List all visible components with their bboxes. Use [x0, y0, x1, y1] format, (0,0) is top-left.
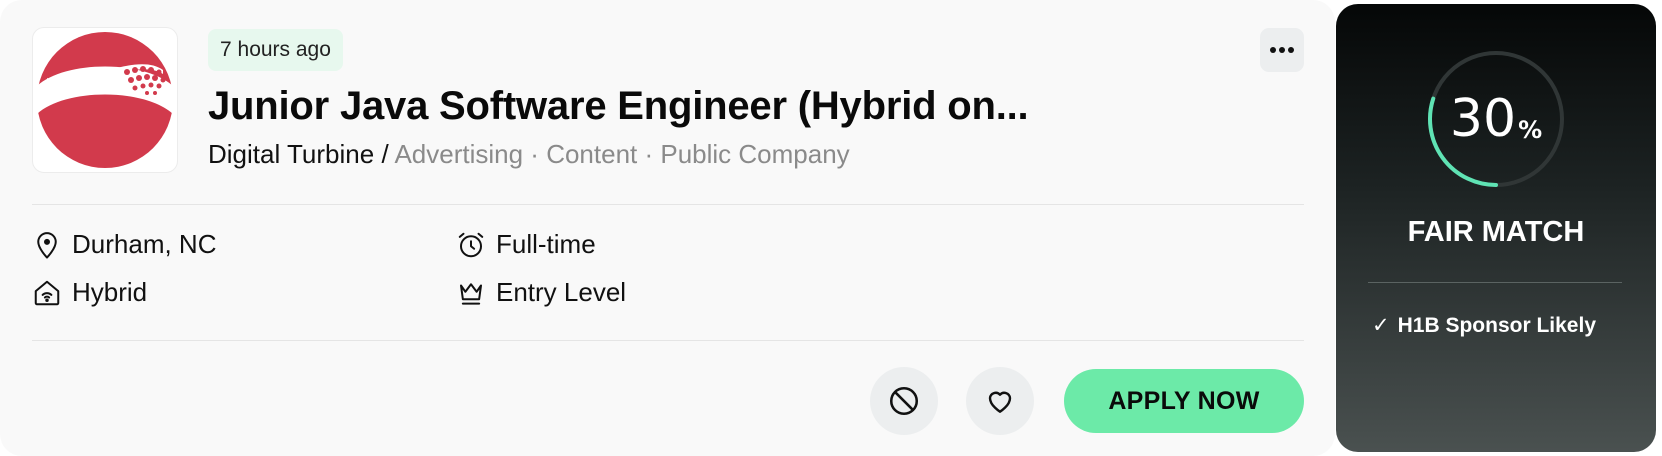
- company-tags: Advertising · Content · Public Company: [394, 139, 850, 169]
- location-text: Durham, NC: [72, 229, 217, 259]
- h1b-sponsor-indicator: ✓ H1B Sponsor Likely: [1372, 313, 1596, 338]
- not-interested-button[interactable]: [870, 367, 938, 435]
- posted-time-badge: 7 hours ago: [208, 29, 343, 71]
- crown-icon: [460, 282, 482, 305]
- match-percent: 30%: [1426, 49, 1566, 189]
- detail-level: Entry Level: [456, 277, 626, 308]
- more-options-button[interactable]: [1260, 28, 1304, 72]
- detail-work-mode: Hybrid: [32, 277, 147, 308]
- apply-now-button[interactable]: APPLY NOW: [1064, 369, 1304, 433]
- home-wifi-icon: [34, 280, 60, 305]
- company-name[interactable]: Digital Turbine: [208, 139, 374, 169]
- map-pin-icon: [37, 231, 57, 258]
- divider-top: [32, 204, 1304, 205]
- check-icon: ✓: [1372, 314, 1390, 337]
- detail-location: Durham, NC: [32, 229, 216, 260]
- job-card[interactable]: 7 hours ago Junior Java Software Enginee…: [0, 0, 1335, 456]
- h1b-sponsor-text: H1B Sponsor Likely: [1397, 314, 1596, 337]
- divider-bottom: [32, 340, 1304, 341]
- company-line: Digital Turbine / Advertising · Content …: [208, 139, 850, 170]
- level-text: Entry Level: [496, 277, 627, 307]
- panel-divider: [1368, 282, 1622, 283]
- more-horizontal-icon: [1270, 47, 1294, 53]
- employment-type-text: Full-time: [496, 229, 596, 259]
- match-score-panel: 30% FAIR MATCH ✓ H1B Sponsor Likely: [1336, 4, 1656, 452]
- save-favorite-button[interactable]: [966, 367, 1034, 435]
- job-title[interactable]: Junior Java Software Engineer (Hybrid on…: [208, 84, 1108, 129]
- company-logo: [32, 27, 178, 173]
- company-separator: /: [381, 139, 389, 169]
- detail-employment-type: Full-time: [456, 229, 596, 260]
- work-mode-text: Hybrid: [72, 277, 148, 307]
- heart-icon: [988, 391, 1012, 413]
- block-icon: [889, 386, 919, 416]
- match-percent-value: 30: [1449, 89, 1517, 149]
- match-percent-sign: %: [1518, 116, 1543, 144]
- alarm-clock-icon: [458, 232, 484, 257]
- match-label: FAIR MATCH: [1407, 216, 1585, 248]
- match-gauge: 30%: [1426, 49, 1566, 189]
